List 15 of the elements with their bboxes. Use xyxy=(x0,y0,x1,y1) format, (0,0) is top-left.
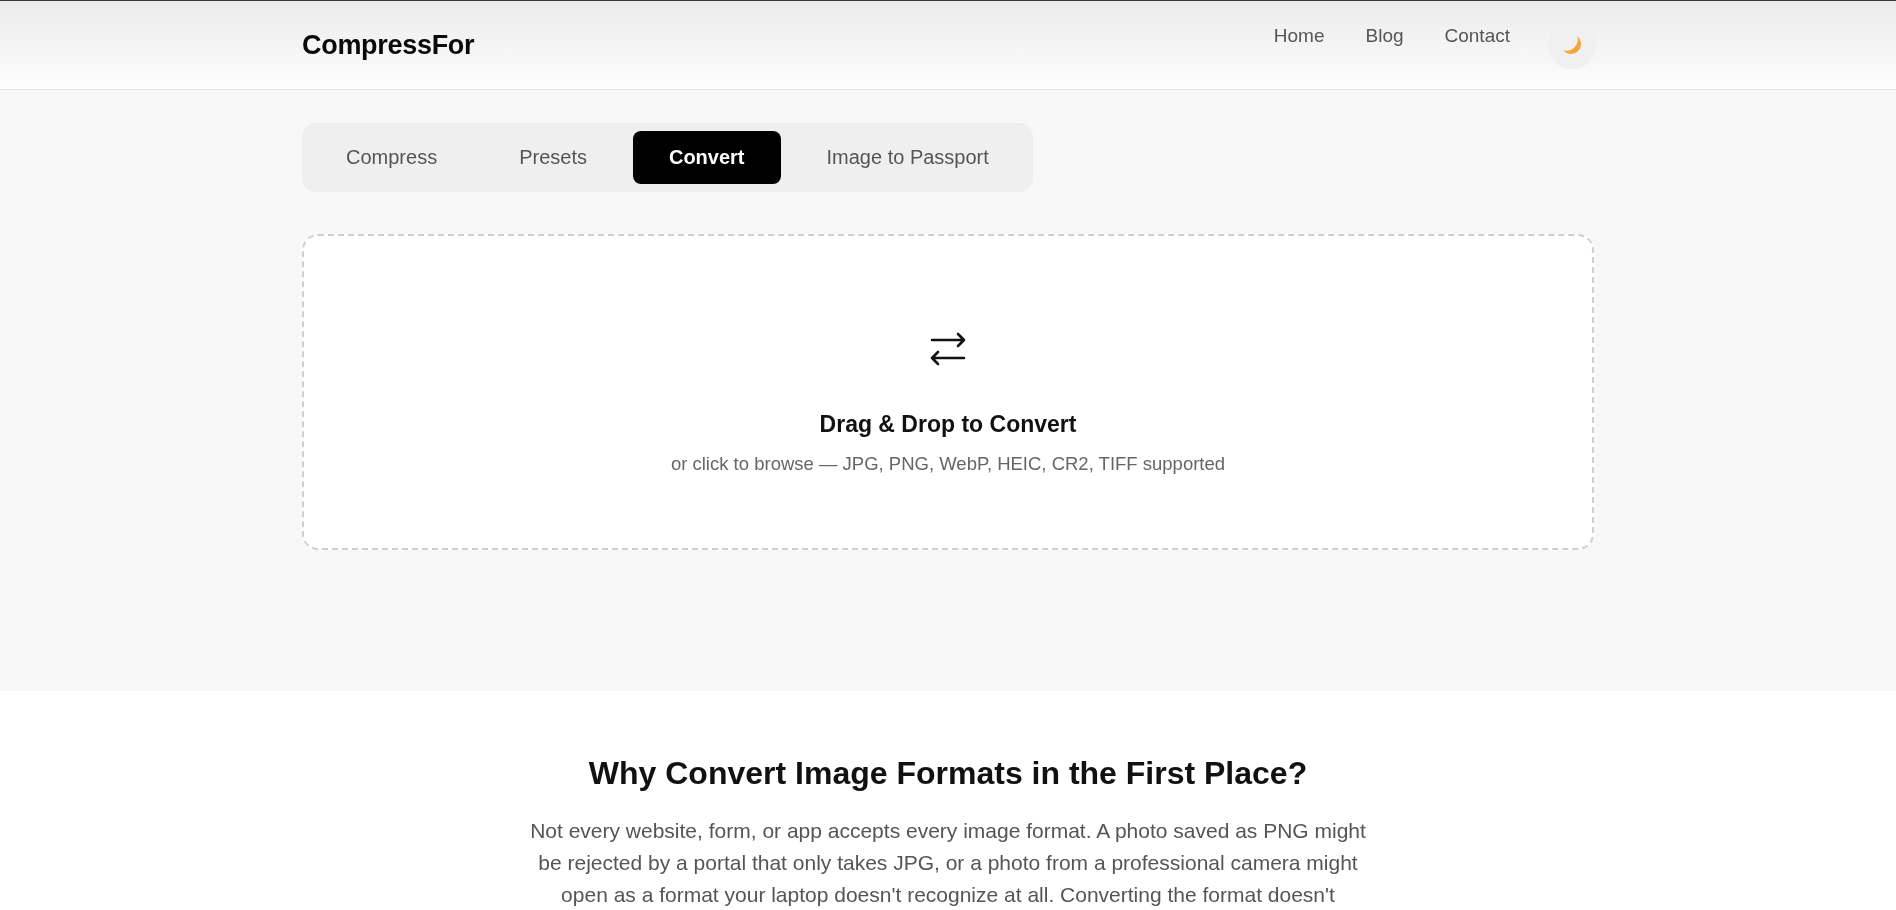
drop-zone[interactable]: Drag & Drop to Convert or click to browse — JPG, PNG, WebP, HEIC, CR2, TIFF supported xyxy=(302,234,1594,550)
logo-text[interactable]: CompressFor xyxy=(302,29,475,61)
nav-link[interactable]: Contact xyxy=(1444,24,1510,48)
drop-subtitle: or click to browse — JPG, PNG, WebP, HEIC, CR2, TIFF supported xyxy=(670,452,1226,475)
section-heading: Why Convert Image Formats in the First Place? xyxy=(587,754,1309,793)
tab[interactable]: Compress xyxy=(310,131,474,184)
section-paragraph: Not every website, form, or app accepts every image format. A photo saved as PNG might be rejected by a portal that only takes JPG, or a photo from a professional camera might open as a format your laptop doesn't recognize at all. Converting the format doesn't xyxy=(530,818,1366,908)
tab[interactable]: Image to Passport xyxy=(790,131,1025,184)
tab[interactable]: Convert xyxy=(632,131,781,184)
swap-arrows-icon xyxy=(930,332,966,366)
tab[interactable]: Presets xyxy=(483,131,623,184)
moon-icon xyxy=(1562,35,1582,55)
drop-title: Drag & Drop to Convert xyxy=(819,410,1077,438)
nav-link[interactable]: Blog xyxy=(1365,24,1404,48)
nav-link[interactable]: Home xyxy=(1273,24,1325,48)
